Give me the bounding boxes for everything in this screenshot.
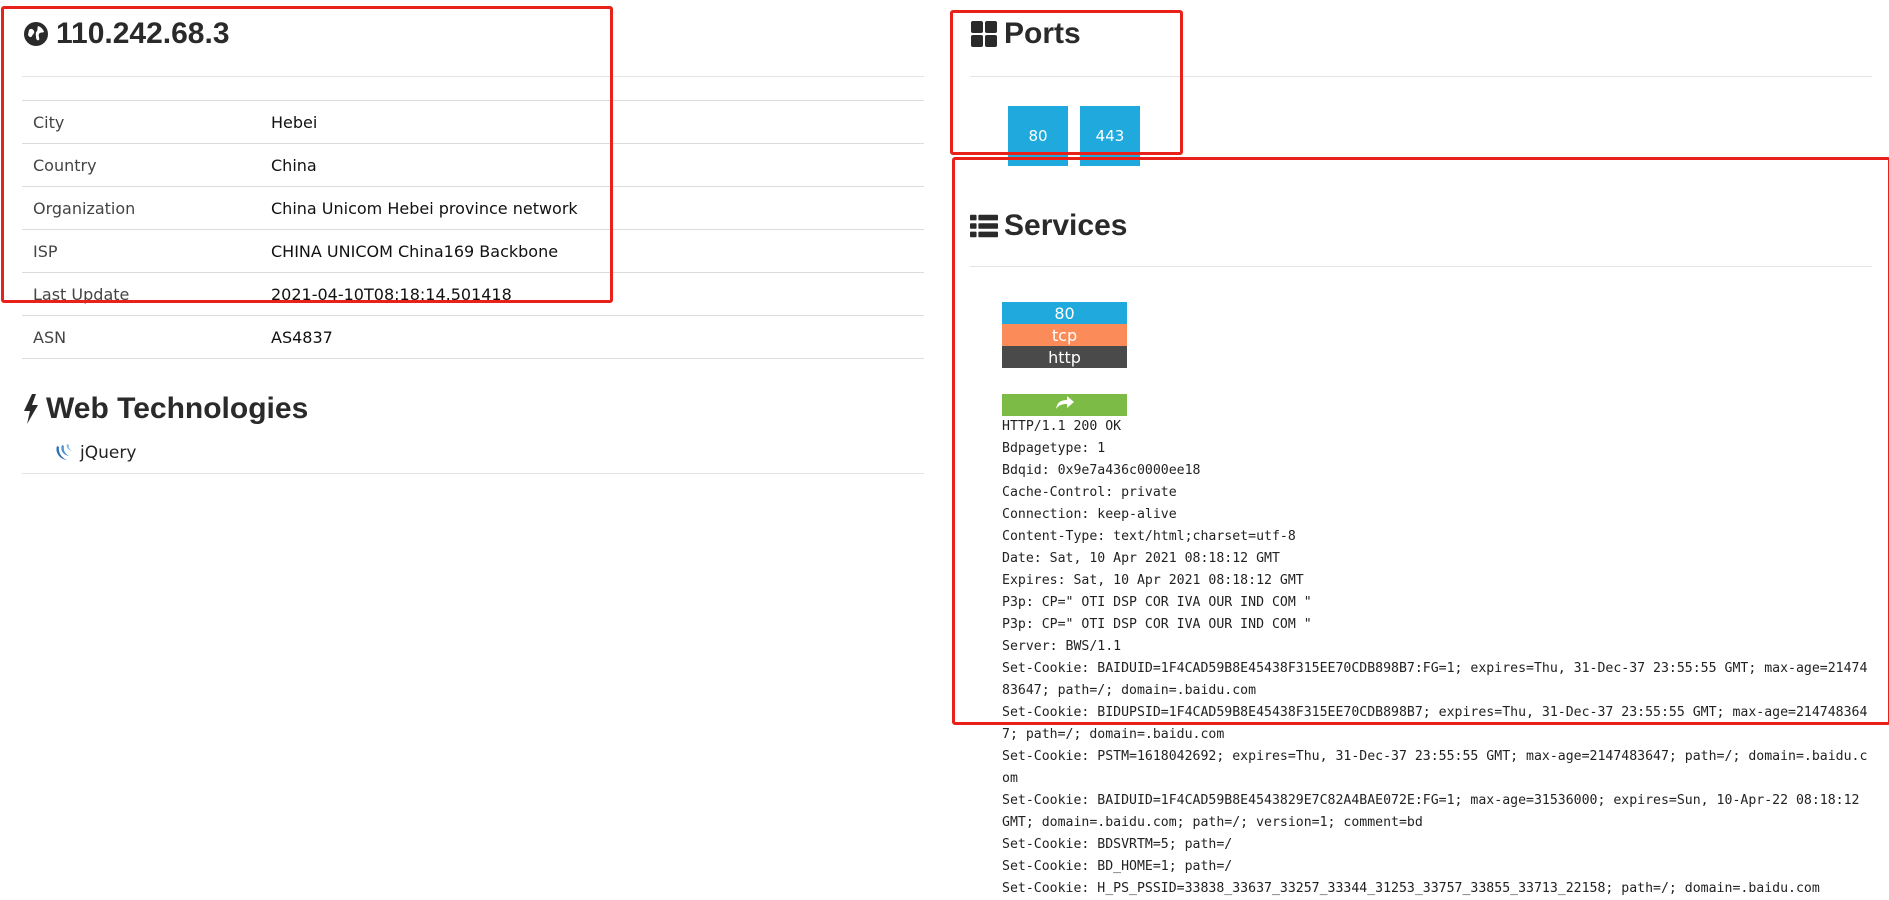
service-name-tag: http	[1002, 346, 1127, 368]
row-value-asn[interactable]: AS4837	[270, 316, 924, 359]
jquery-icon	[54, 442, 76, 464]
table-row: Country China	[22, 143, 924, 187]
host-panel: 110.242.68.3 City Hebei Country China Or…	[22, 0, 924, 474]
service-banner: HTTP/1.1 200 OK Bdpagetype: 1 Bdqid: 0x9…	[1002, 419, 1868, 896]
table-row: Last Update 2021-04-10T08:18:14.501418	[22, 272, 924, 316]
ports-divider	[970, 76, 1872, 77]
globe-icon	[22, 20, 50, 48]
web-tech-title: Web Technologies	[46, 392, 309, 425]
ports-services-panel: Ports 80 443 Services 80 tcp http HTTP/1…	[970, 0, 1872, 900]
tech-item-jquery[interactable]: jQuery	[22, 433, 924, 474]
table-row: Organization China Unicom Hebei province…	[22, 186, 924, 230]
table-row: ASN AS4837	[22, 315, 924, 359]
ports-heading: Ports	[970, 12, 1872, 56]
row-key-organization: Organization	[33, 198, 136, 218]
title-divider	[22, 76, 924, 77]
row-key-last-update: Last Update	[33, 284, 130, 304]
service-protocol-tag: tcp	[1002, 324, 1127, 346]
tech-item-label: jQuery	[80, 443, 137, 463]
service-port-tag: 80	[1002, 302, 1127, 324]
host-ip-heading: 110.242.68.3	[22, 12, 924, 56]
table-row: ISP CHINA UNICOM China169 Backbone	[22, 229, 924, 273]
host-ip: 110.242.68.3	[56, 17, 230, 50]
share-icon	[1055, 395, 1074, 415]
share-button[interactable]	[1002, 394, 1127, 416]
ports-title: Ports	[1004, 17, 1081, 50]
port-box-443[interactable]: 443	[1080, 106, 1140, 166]
row-value-organization: China Unicom Hebei province network	[271, 198, 578, 218]
row-key-asn: ASN	[33, 327, 67, 347]
list-icon	[970, 212, 998, 240]
row-key-city: City	[33, 112, 65, 132]
port-list: 80 443	[1008, 106, 1872, 166]
row-value-city: Hebei	[271, 112, 318, 132]
row-value-last-update: 2021-04-10T08:18:14.501418	[271, 284, 512, 304]
host-info-table: City Hebei Country China Organization Ch…	[22, 100, 924, 359]
service-tags: 80 tcp http	[1002, 302, 1127, 368]
row-value-isp: CHINA UNICOM China169 Backbone	[271, 241, 559, 261]
web-tech-heading: Web Technologies	[22, 387, 924, 431]
row-key-country: Country	[33, 155, 97, 175]
table-row: City Hebei	[22, 100, 924, 144]
row-value-country: China	[271, 155, 317, 175]
grid-icon	[970, 20, 998, 48]
services-title: Services	[1004, 209, 1128, 242]
services-heading: Services	[970, 204, 1872, 248]
row-key-isp: ISP	[33, 241, 58, 261]
port-box-80[interactable]: 80	[1008, 106, 1068, 166]
bolt-icon	[22, 394, 40, 424]
services-divider	[970, 266, 1872, 267]
